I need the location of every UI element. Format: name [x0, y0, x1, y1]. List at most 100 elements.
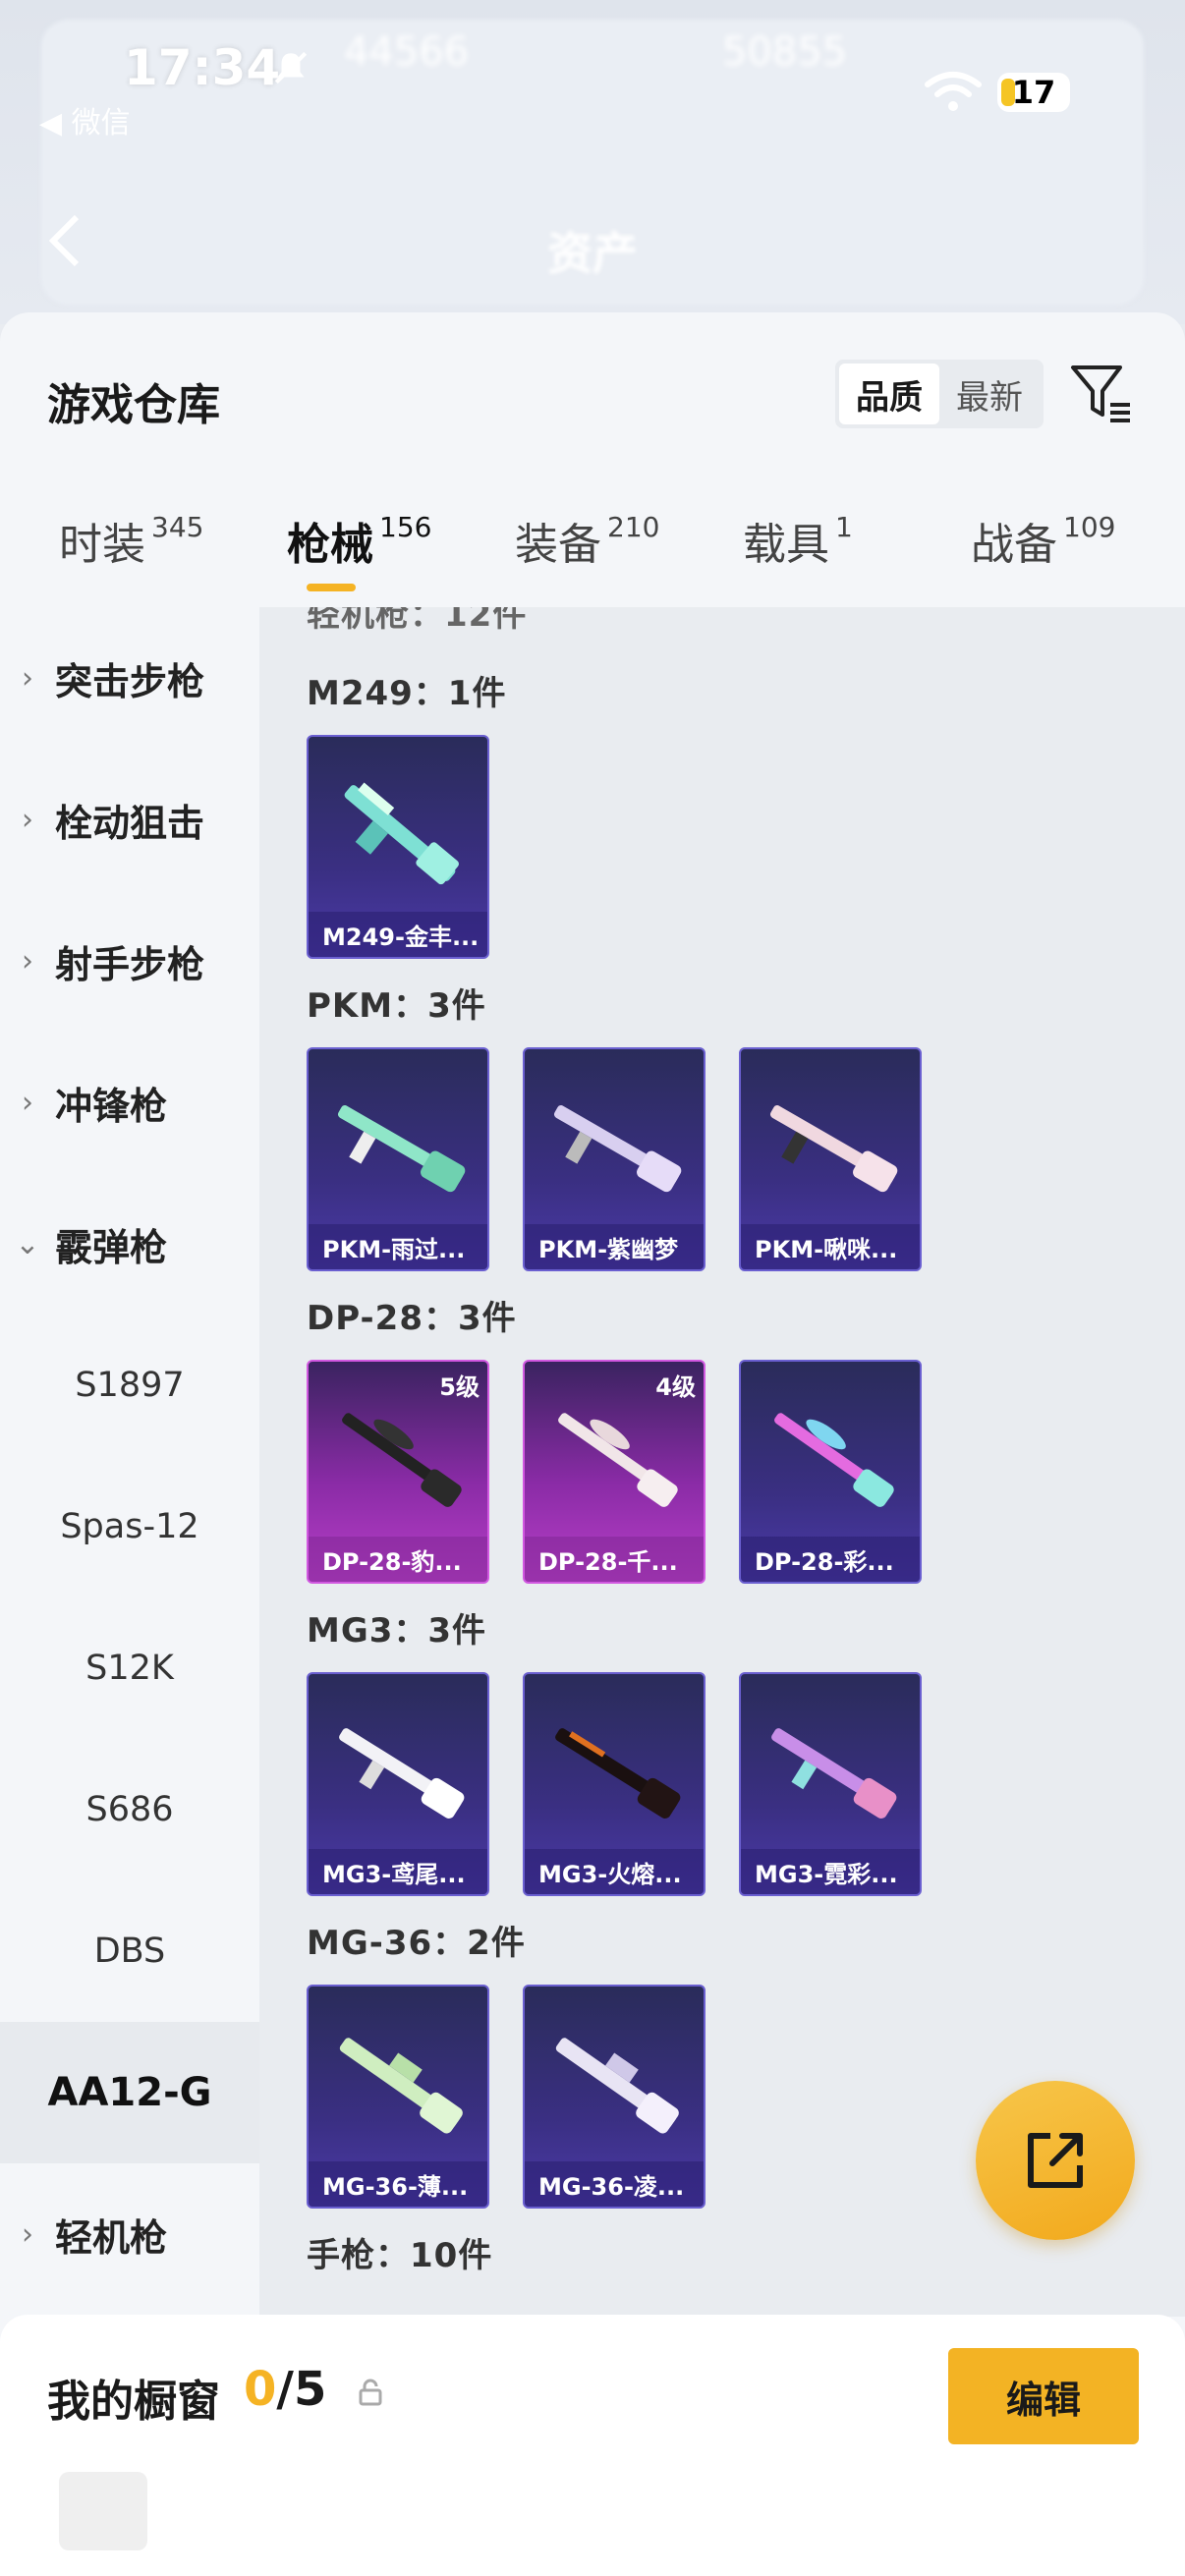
showcase-count-current: 0 — [244, 2362, 277, 2417]
weapon-name: DP-28-彩... — [741, 1537, 920, 1582]
group-title: 手枪：10件 — [307, 2236, 493, 2275]
weapon-list: 轻机枪：12件 M249：1件 M249-金丰... PKM：3件 PKM-雨过… — [259, 607, 1185, 2317]
sidebar-item-assault-rifle[interactable]: › 突击步枪 — [0, 607, 259, 749]
tab-label: 枪械 — [287, 520, 373, 570]
showcase-count-total: /5 — [276, 2362, 327, 2417]
share-button[interactable] — [976, 2081, 1135, 2240]
weapon-card[interactable]: MG3-鸢尾... — [307, 1672, 489, 1896]
showcase-count: 0/5 — [244, 2362, 326, 2417]
sidebar-subitem-s1897[interactable]: S1897 — [0, 1315, 259, 1456]
sidebar-subitem-dbs[interactable]: DBS — [0, 1880, 259, 2022]
background-stat-2: 50855 — [722, 29, 848, 75]
rifle-icon — [342, 1413, 462, 1507]
chevron-right-icon: › — [22, 802, 33, 837]
back-to-app[interactable]: ◀ 微信 — [39, 98, 131, 141]
rifle-icon — [339, 1728, 465, 1819]
chevron-right-icon: › — [22, 943, 33, 979]
sidebar-subitem-spas12[interactable]: Spas-12 — [0, 1456, 259, 1597]
tab-count: 156 — [379, 511, 432, 543]
sort-quality-button[interactable]: 品质 — [839, 364, 939, 424]
rifle-icon — [553, 1105, 682, 1193]
sidebar-item-label: 射手步枪 — [55, 942, 205, 986]
weapon-name: MG3-霓彩... — [741, 1849, 920, 1894]
battery-icon: 17 — [997, 73, 1070, 112]
rifle-icon — [555, 1728, 681, 1819]
rifle-icon — [344, 782, 459, 885]
chevron-down-icon: ⌄ — [15, 1226, 40, 1261]
weapon-name: MG-36-薄... — [309, 2161, 487, 2207]
sidebar-item-bolt-sniper[interactable]: › 栓动狙击 — [0, 749, 259, 890]
sidebar-item-marksman-rifle[interactable]: › 射手步枪 — [0, 890, 259, 1032]
rifle-icon — [771, 1728, 897, 1819]
weapon-card[interactable]: PKM-紫幽梦 — [523, 1047, 705, 1271]
rifle-icon — [769, 1105, 898, 1193]
group-title: M249：1件 — [307, 674, 507, 713]
sidebar-item-shotgun[interactable]: ⌄ 霰弹枪 — [0, 1173, 259, 1315]
sidebar-item-label: 轻机枪 — [55, 2215, 168, 2260]
tab-vehicles[interactable]: 载具 1 — [743, 509, 853, 572]
chevron-right-icon: › — [22, 2216, 33, 2252]
tab-count: 1 — [835, 511, 853, 543]
tab-supplies[interactable]: 战备 109 — [971, 509, 1115, 572]
tab-count: 345 — [151, 511, 204, 543]
battery-level: 17 — [1011, 74, 1056, 111]
tab-label: 载具 — [743, 520, 829, 570]
share-icon — [1028, 2133, 1083, 2188]
active-tab-indicator — [307, 584, 356, 591]
tab-guns[interactable]: 枪械 156 — [287, 509, 431, 572]
tab-count: 210 — [607, 511, 660, 543]
rifle-icon — [558, 1413, 678, 1507]
weapon-card[interactable]: MG-36-薄... — [307, 1985, 489, 2209]
tab-fashion[interactable]: 时装 345 — [59, 509, 203, 572]
page-title: 游戏仓库 — [47, 380, 220, 430]
weapon-card[interactable]: 5级 DP-28-豹... — [307, 1360, 489, 1584]
mute-bell-icon — [274, 51, 308, 84]
weapon-name: PKM-雨过... — [309, 1224, 487, 1269]
showcase-label: 我的橱窗 — [47, 2377, 220, 2427]
chevron-right-icon: › — [22, 1085, 33, 1120]
sidebar-item-lmg[interactable]: › 轻机枪 — [0, 2163, 259, 2305]
weapon-card[interactable]: PKM-啾咪... — [739, 1047, 922, 1271]
weapon-name: DP-28-豹... — [309, 1537, 487, 1582]
sort-newest-button[interactable]: 最新 — [939, 364, 1040, 424]
tab-label: 时装 — [59, 520, 145, 570]
weapon-card[interactable]: MG3-霓彩... — [739, 1672, 922, 1896]
background-stat-1: 44566 — [344, 29, 470, 75]
rifle-icon — [337, 1105, 466, 1193]
weapon-category-sidebar: › 突击步枪 › 栓动狙击 › 射手步枪 › 冲锋枪 ⌄ 霰弹枪 S1897 S… — [0, 607, 259, 2317]
sidebar-item-label: 突击步枪 — [55, 659, 205, 703]
wifi-icon — [925, 72, 982, 111]
sidebar-item-label: 栓动狙击 — [55, 801, 205, 845]
weapon-card[interactable]: 4级 DP-28-千... — [523, 1360, 705, 1584]
weapon-card[interactable]: MG3-火熔... — [523, 1672, 705, 1896]
tab-label: 战备 — [971, 520, 1057, 570]
tab-equipment[interactable]: 装备 210 — [515, 509, 659, 572]
filter-icon[interactable] — [1067, 360, 1136, 428]
weapon-name: DP-28-千... — [525, 1537, 704, 1582]
weapon-name: PKM-紫幽梦 — [525, 1224, 704, 1269]
chevron-right-icon: › — [22, 660, 33, 696]
sidebar-subitem-s686[interactable]: S686 — [0, 1739, 259, 1880]
lock-icon — [359, 2379, 382, 2406]
sidebar-subitem-s12k[interactable]: S12K — [0, 1597, 259, 1739]
group-title: 轻机枪：12件 — [307, 607, 528, 635]
sidebar-item-label: 霰弹枪 — [55, 1225, 168, 1269]
sidebar-item-label: 冲锋枪 — [55, 1084, 168, 1128]
weapon-card[interactable]: DP-28-彩... — [739, 1360, 922, 1584]
edit-button[interactable]: 编辑 — [948, 2348, 1139, 2444]
sidebar-subitem-aa12g[interactable]: AA12-G — [0, 2022, 259, 2163]
group-title: PKM：3件 — [307, 986, 486, 1026]
status-time: 17:34 — [124, 39, 281, 96]
weapon-card[interactable]: M249-金丰... — [307, 735, 489, 959]
group-title: MG3：3件 — [307, 1611, 487, 1651]
tab-label: 装备 — [515, 520, 601, 570]
group-title: MG-36：2件 — [307, 1924, 526, 1963]
showcase-bar: 我的橱窗 0/5 编辑 — [0, 2315, 1185, 2576]
weapon-card[interactable]: MG-36-凌... — [523, 1985, 705, 2209]
rifle-icon — [555, 2038, 679, 2134]
weapon-card[interactable]: PKM-雨过... — [307, 1047, 489, 1271]
warehouse-sheet: 游戏仓库 品质 最新 时装 345 枪械 156 装备 210 载具 1 战备 … — [0, 312, 1185, 2576]
rifle-icon — [339, 2038, 463, 2134]
background-title: 资产 — [547, 227, 638, 280]
sidebar-item-smg[interactable]: › 冲锋枪 — [0, 1032, 259, 1173]
